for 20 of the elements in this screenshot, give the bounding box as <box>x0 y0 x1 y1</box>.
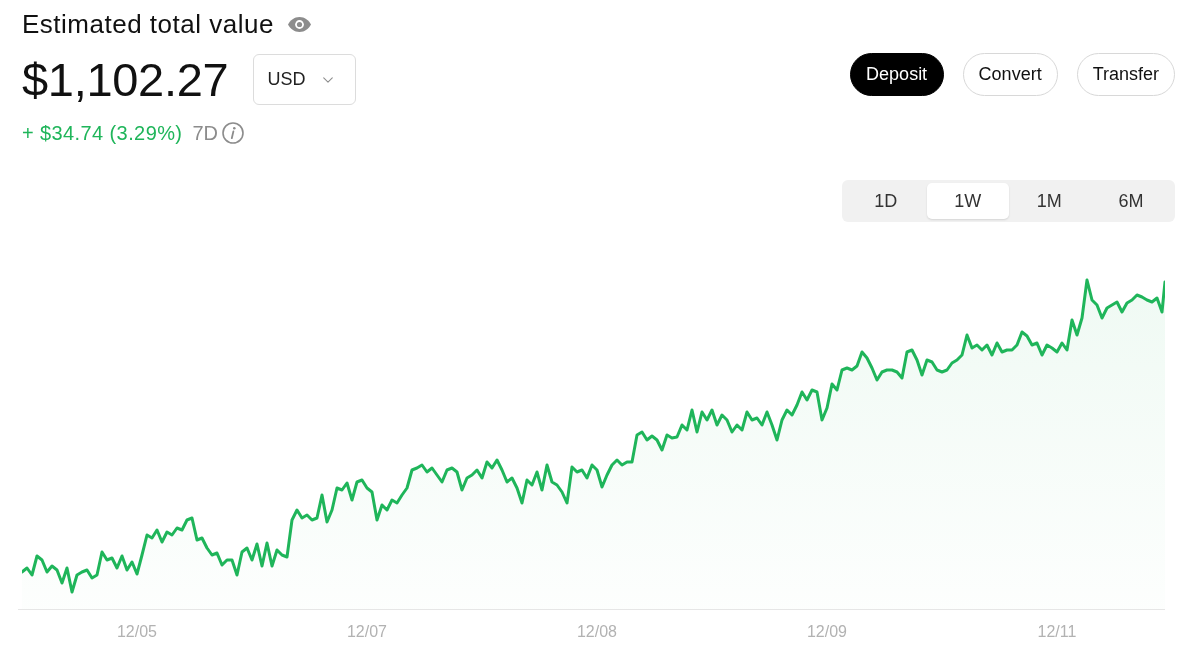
axis-label: 12/11 <box>1037 622 1077 642</box>
info-icon <box>222 122 244 144</box>
total-amount: $1,102.27 <box>22 54 229 105</box>
axis-label: 12/09 <box>806 622 847 642</box>
period-label: 7D <box>192 121 218 145</box>
value-change: + $34.74 (3.29%) <box>22 121 183 145</box>
eye-icon <box>287 17 311 32</box>
range-tab[interactable]: 1W <box>926 183 1009 219</box>
chevron-down-icon <box>323 75 334 84</box>
range-tab[interactable]: 1M <box>1008 183 1091 219</box>
axis-label: 12/05 <box>116 622 157 642</box>
axis-label: 12/08 <box>576 622 617 642</box>
range-tab[interactable]: 6M <box>1090 183 1172 219</box>
currency-dropdown[interactable]: USD <box>253 54 357 105</box>
range-tab[interactable]: 1D <box>845 183 927 219</box>
action-button[interactable]: Deposit <box>849 53 944 96</box>
action-button[interactable]: Transfer <box>1076 53 1175 96</box>
page-title: Estimated total value <box>22 9 274 39</box>
action-button[interactable]: Convert <box>962 53 1058 96</box>
axis-label: 12/07 <box>346 622 387 642</box>
